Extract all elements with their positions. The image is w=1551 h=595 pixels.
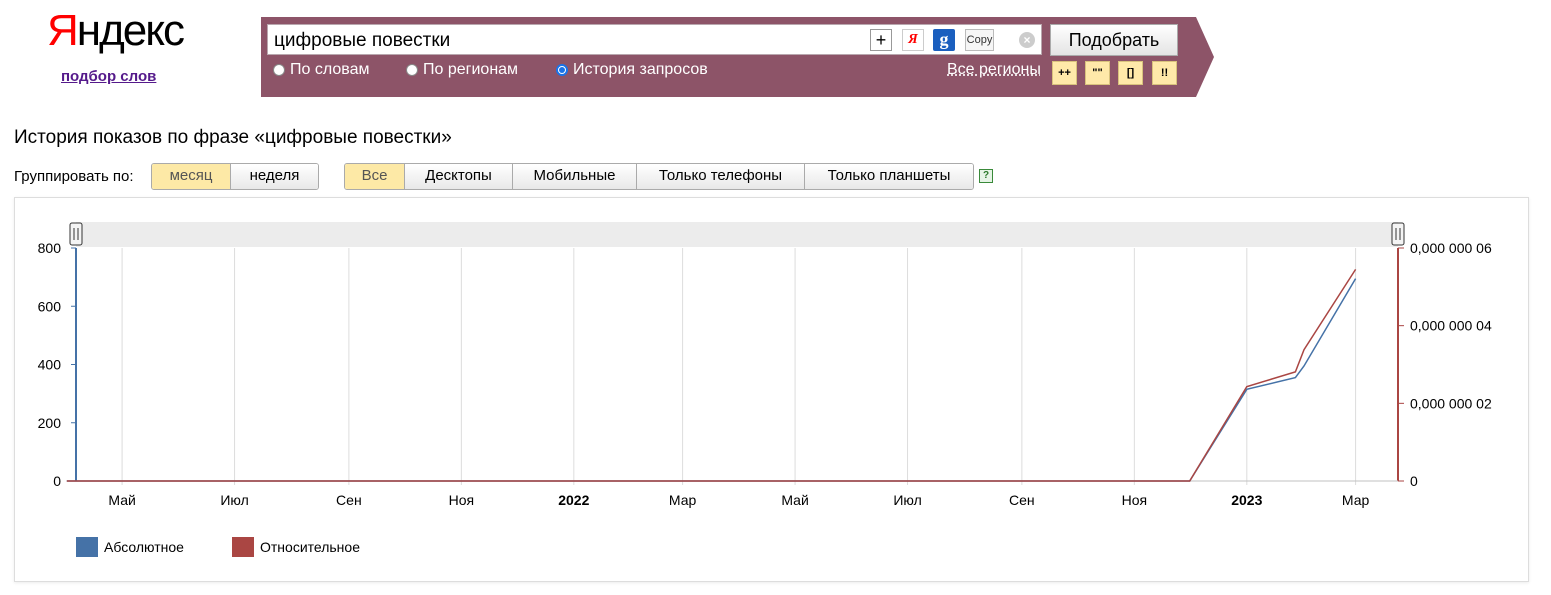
x-tick-label: Мар (669, 492, 697, 508)
navigator-handle-left (69, 222, 83, 246)
left-tick-label: 400 (38, 357, 62, 373)
navigator-handle-right (1391, 222, 1405, 246)
legend-relative[interactable]: Относительное (232, 537, 360, 557)
x-tick-label: Сен (1009, 492, 1035, 508)
x-tick-label: Июл (893, 492, 921, 508)
x-tick-label: Сен (336, 492, 362, 508)
legend-absolute[interactable]: Абсолютное (76, 537, 184, 557)
left-tick-label: 800 (38, 240, 62, 256)
legend-relative-swatch (232, 537, 254, 557)
x-tick-label: Июл (220, 492, 248, 508)
legend-relative-label: Относительное (260, 539, 360, 555)
history-chart: Май Июл Сен Ноя 2022 Мар Май Июл Сен Ноя 2023 Мар 0 2… (38, 222, 1492, 508)
legend-absolute-label: Абсолютное (104, 539, 184, 555)
left-tick-label: 0 (53, 473, 61, 489)
x-tick-label: Май (108, 492, 135, 508)
right-tick-label: 0,000 000 02 (1410, 395, 1492, 411)
left-tick-label: 200 (38, 415, 62, 431)
x-tick-label: 2023 (1231, 492, 1262, 508)
series-relative-line (66, 268, 1357, 482)
left-tick-label: 600 (38, 298, 62, 314)
right-tick-label: 0,000 000 06 (1410, 240, 1492, 256)
right-tick-label: 0,000 000 04 (1410, 318, 1492, 334)
x-tick-label: Май (781, 492, 808, 508)
series-absolute-line (66, 278, 1357, 482)
x-tick-label: Ноя (449, 492, 474, 508)
x-tick-label: 2022 (558, 492, 589, 508)
x-tick-label: Мар (1342, 492, 1370, 508)
navigator-band (76, 222, 1398, 247)
legend-absolute-swatch (76, 537, 98, 557)
right-tick-label: 0 (1410, 473, 1418, 489)
x-tick-label: Ноя (1122, 492, 1147, 508)
